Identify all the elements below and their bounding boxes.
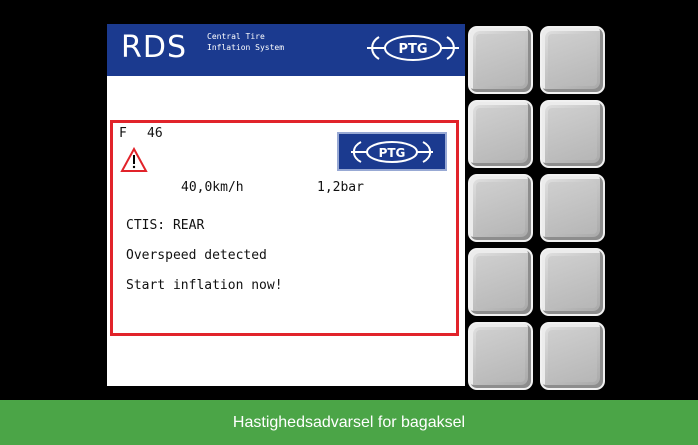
app-title: RDS	[121, 30, 187, 65]
caption-bar: Hastighedsadvarsel for bagaksel	[0, 400, 698, 445]
ctis-status-line: CTIS: REAR	[126, 218, 205, 233]
speed-readout: 40,0km/h	[181, 180, 244, 195]
alarm-code-label: F	[119, 126, 127, 141]
softkey-r4-left[interactable]	[468, 248, 533, 316]
terminal-screen: RDS Central Tire Inflation System PTG F …	[107, 24, 465, 386]
subtitle-line-2: Inflation System	[207, 43, 285, 52]
terminal-frame: RDS Central Tire Inflation System PTG F …	[0, 0, 698, 400]
ptg-logo-icon: PTG	[367, 35, 459, 61]
app-subtitle: Central Tire Inflation System	[207, 31, 284, 53]
ptg-badge-text: PTG	[379, 146, 406, 160]
softkey-r4-right[interactable]	[540, 248, 605, 316]
softkey-r1-left[interactable]	[468, 26, 533, 94]
alarm-panel: F 46 PTG 40,0km/h 1,2bar CTIS: REAR Over…	[110, 120, 459, 336]
softkey-r2-right[interactable]	[540, 100, 605, 168]
softkey-r3-right[interactable]	[540, 174, 605, 242]
ptg-logo-text: PTG	[398, 42, 427, 57]
softkey-r5-right[interactable]	[540, 322, 605, 390]
app-header: RDS Central Tire Inflation System PTG	[107, 24, 465, 76]
ptg-badge-icon: PTG	[351, 141, 433, 163]
softkey-r5-left[interactable]	[468, 322, 533, 390]
pressure-readout: 1,2bar	[317, 180, 364, 195]
ptg-logo-badge: PTG	[337, 132, 447, 171]
caption-text: Hastighedsadvarsel for bagaksel	[232, 413, 466, 431]
softkey-r3-left[interactable]	[468, 174, 533, 242]
softkey-r2-left[interactable]	[468, 100, 533, 168]
alarm-code-value: 46	[147, 126, 163, 141]
overspeed-message: Overspeed detected	[126, 248, 267, 263]
softkey-r1-right[interactable]	[540, 26, 605, 94]
warning-triangle-icon	[120, 147, 148, 172]
inflation-instruction: Start inflation now!	[126, 278, 283, 293]
subtitle-line-1: Central Tire	[207, 32, 265, 41]
